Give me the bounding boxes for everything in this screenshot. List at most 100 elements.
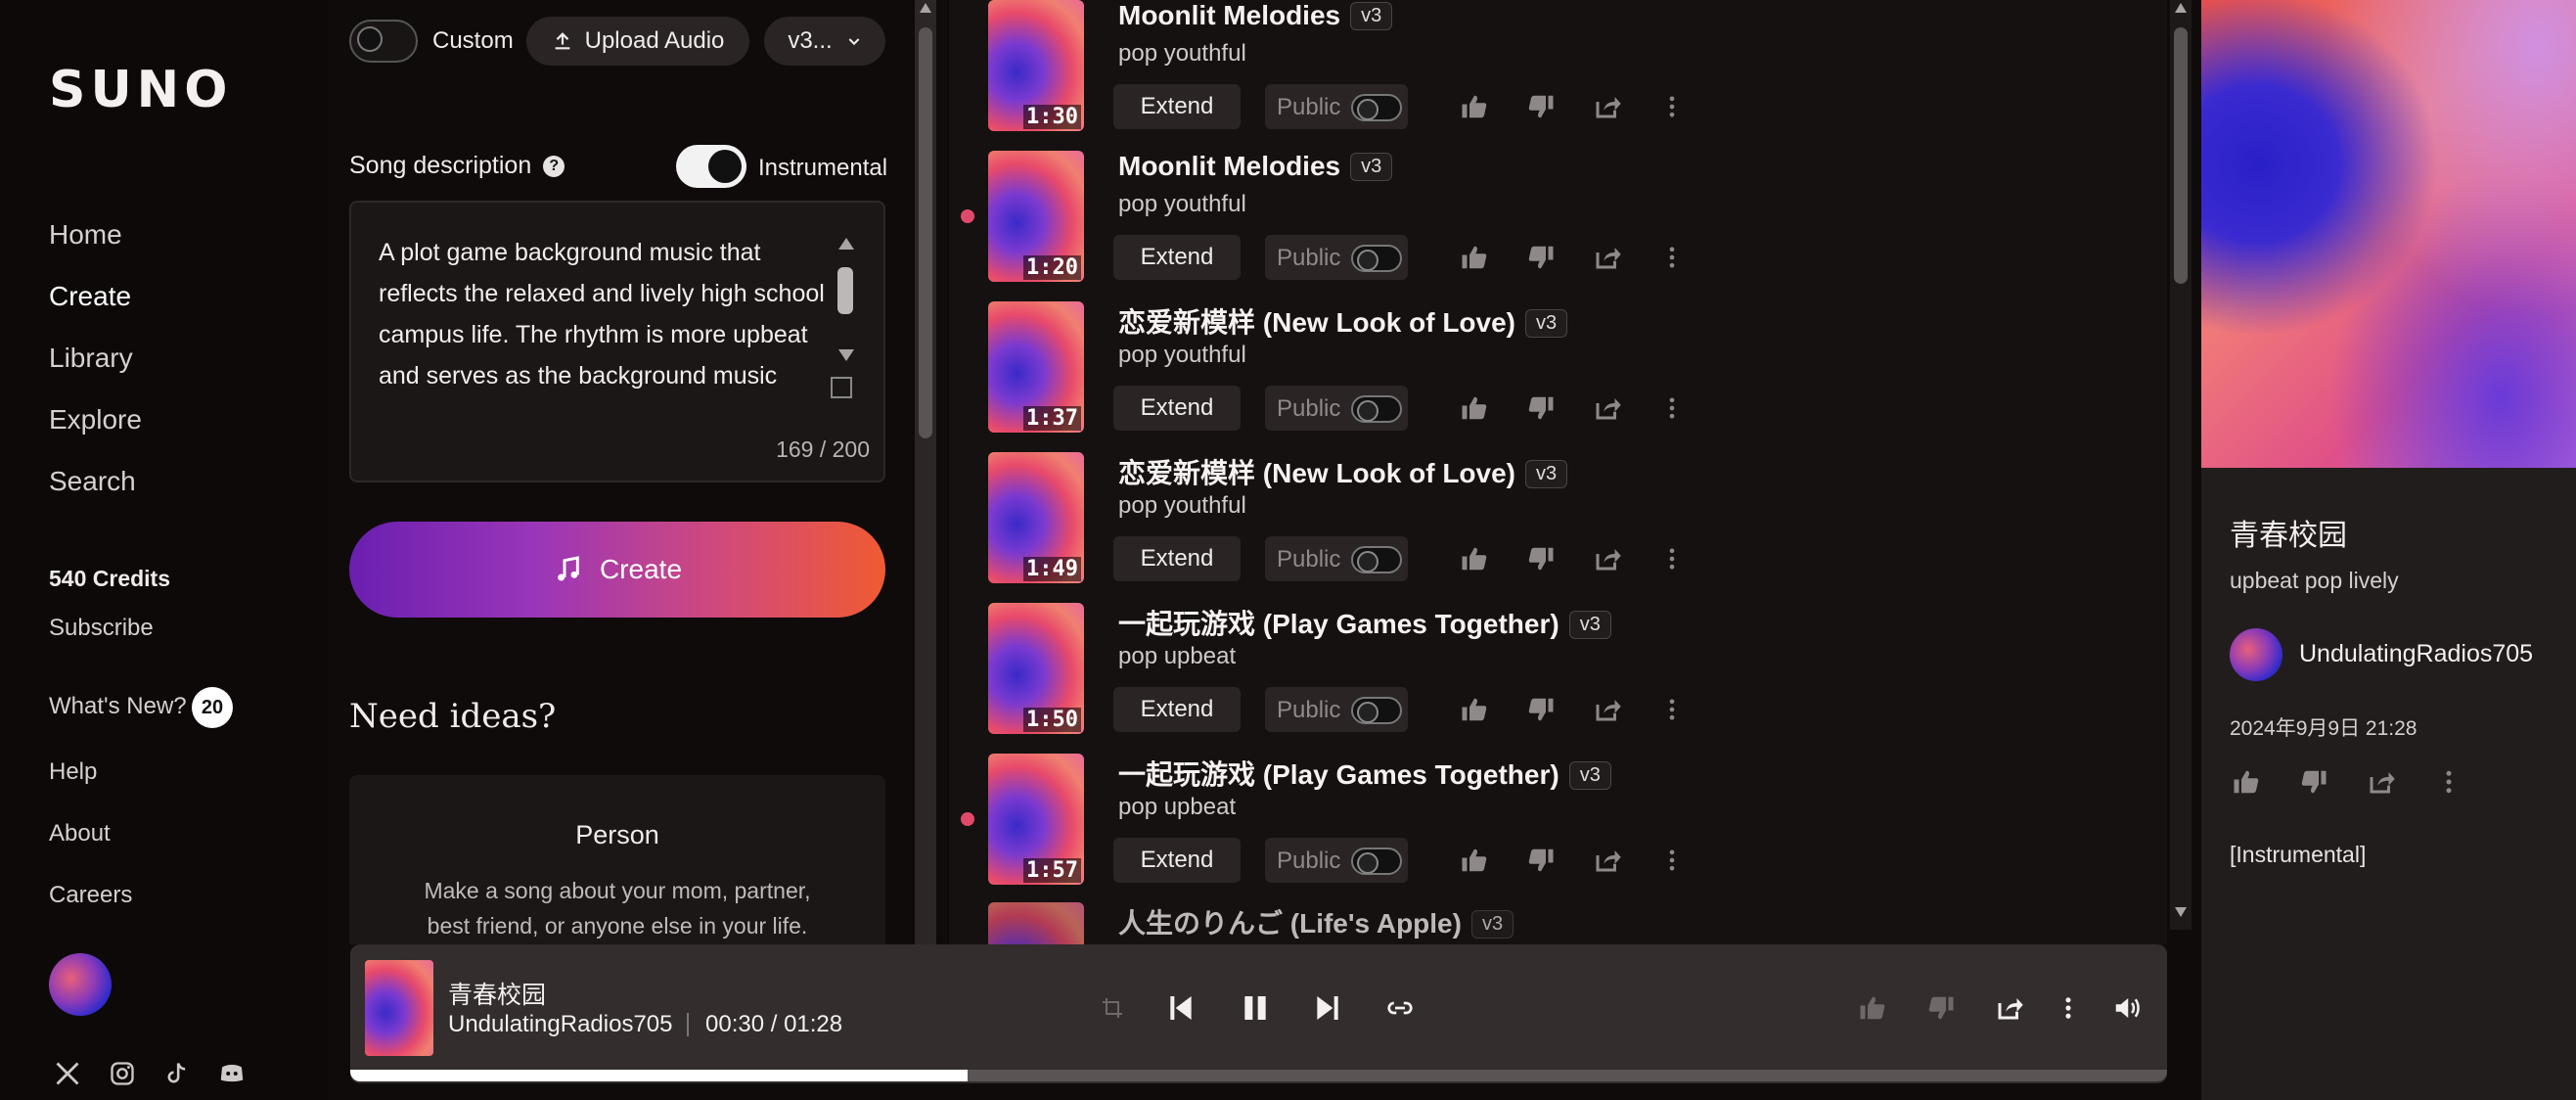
extend-button[interactable]: Extend — [1113, 84, 1241, 129]
song-tags[interactable]: pop youthful — [1118, 342, 1246, 369]
song-row[interactable]: 人生のりんご (Life's Apple) v3 — [949, 902, 2123, 944]
create-panel-scrollbar[interactable] — [915, 0, 936, 944]
public-toggle-button[interactable]: Public — [1265, 235, 1408, 280]
share-icon[interactable] — [1591, 90, 1624, 123]
upload-audio-button[interactable]: Upload Audio — [526, 17, 749, 66]
player-thumbs-down-icon[interactable] — [1921, 985, 1961, 1031]
detail-username[interactable]: UndulatingRadios705 — [2299, 640, 2533, 668]
public-toggle[interactable] — [1351, 546, 1402, 573]
extend-button[interactable]: Extend — [1113, 536, 1241, 581]
more-options-icon[interactable] — [1655, 391, 1689, 425]
more-options-icon[interactable] — [1655, 693, 1689, 726]
pause-icon[interactable] — [1233, 985, 1278, 1031]
share-icon[interactable] — [1591, 241, 1624, 274]
thumbs-up-icon[interactable] — [2230, 765, 2263, 799]
public-toggle-button[interactable]: Public — [1265, 84, 1408, 129]
scroll-down-icon[interactable] — [2174, 906, 2188, 918]
player-share-icon[interactable] — [1990, 985, 2029, 1031]
song-row[interactable]: 1:49 恋爱新模样 (New Look of Love) v3 pop youthf… — [949, 452, 2123, 603]
extend-button[interactable]: Extend — [1113, 235, 1241, 280]
player-username[interactable]: UndulatingRadios705 — [448, 1011, 673, 1038]
share-icon[interactable] — [1591, 391, 1624, 425]
whats-new-link[interactable]: What's New? — [49, 693, 187, 720]
help-link[interactable]: Help — [49, 758, 97, 786]
nav-explore[interactable]: Explore — [49, 404, 142, 435]
careers-link[interactable]: Careers — [49, 882, 132, 909]
nav-create[interactable]: Create — [49, 281, 131, 312]
about-link[interactable]: About — [49, 820, 111, 848]
x-icon[interactable] — [51, 1057, 84, 1090]
scroll-up-icon[interactable] — [919, 2, 932, 14]
create-button[interactable]: Create — [349, 522, 885, 618]
song-thumbnail[interactable] — [988, 902, 1084, 944]
nav-library[interactable]: Library — [49, 343, 133, 374]
user-avatar[interactable] — [49, 953, 112, 1016]
custom-mode-toggle[interactable] — [349, 20, 418, 63]
song-list-scrollbar[interactable] — [2170, 0, 2192, 930]
song-thumbnail[interactable]: 1:20 — [988, 151, 1084, 282]
song-thumbnail[interactable]: 1:30 — [988, 0, 1084, 131]
thumbs-down-icon[interactable] — [2297, 765, 2330, 799]
public-toggle-button[interactable]: Public — [1265, 536, 1408, 581]
player-progress-bar[interactable] — [350, 1070, 2167, 1081]
song-title[interactable]: 一起玩游戏 (Play Games Together) v3 — [1118, 754, 1611, 793]
extend-button[interactable]: Extend — [1113, 687, 1241, 732]
extend-button[interactable]: Extend — [1113, 838, 1241, 883]
thumbs-up-icon[interactable] — [1458, 693, 1491, 726]
thumbs-down-icon[interactable] — [1524, 241, 1558, 274]
create-panel-scrollbar-thumb[interactable] — [919, 27, 932, 438]
tiktok-icon[interactable] — [160, 1057, 194, 1090]
song-thumbnail[interactable]: 1:50 — [988, 603, 1084, 734]
nav-home[interactable]: Home — [49, 219, 122, 251]
scroll-up-icon[interactable] — [2174, 2, 2188, 14]
idea-card-person[interactable]: Person Make a song about your mom, partn… — [349, 775, 885, 944]
song-tags[interactable]: pop upbeat — [1118, 643, 1236, 670]
song-thumbnail[interactable]: 1:37 — [988, 301, 1084, 433]
thumbs-up-icon[interactable] — [1458, 542, 1491, 575]
song-row[interactable]: 1:57 一起玩游戏 (Play Games Together) v3 pop upb… — [949, 754, 2123, 904]
textarea-scrollbar-thumb[interactable] — [837, 267, 853, 314]
song-tags[interactable]: pop youthful — [1118, 492, 1246, 520]
more-options-icon[interactable] — [1655, 90, 1689, 123]
public-toggle-button[interactable]: Public — [1265, 386, 1408, 431]
song-title[interactable]: 恋爱新模样 (New Look of Love) v3 — [1118, 301, 1568, 341]
public-toggle-button[interactable]: Public — [1265, 838, 1408, 883]
share-icon[interactable] — [1591, 542, 1624, 575]
song-title[interactable]: Moonlit Melodies v3 — [1118, 0, 1393, 31]
more-options-icon[interactable] — [1655, 844, 1689, 877]
player-more-options-icon[interactable] — [2053, 985, 2084, 1031]
more-options-icon[interactable] — [2432, 765, 2465, 799]
song-title[interactable]: Moonlit Melodies v3 — [1118, 151, 1393, 182]
loop-icon[interactable] — [1378, 985, 1423, 1031]
previous-track-icon[interactable] — [1158, 985, 1203, 1031]
scroll-down-arrow[interactable] — [838, 349, 854, 361]
song-title[interactable]: 一起玩游戏 (Play Games Together) v3 — [1118, 603, 1611, 642]
resize-handle-icon[interactable] — [831, 377, 852, 398]
thumbs-down-icon[interactable] — [1524, 391, 1558, 425]
song-row[interactable]: 1:50 一起玩游戏 (Play Games Together) v3 pop upb… — [949, 603, 2123, 754]
song-row[interactable]: 1:37 恋爱新模样 (New Look of Love) v3 pop youthf… — [949, 301, 2123, 452]
more-options-icon[interactable] — [1655, 241, 1689, 274]
help-icon[interactable]: ? — [543, 155, 565, 177]
nav-search[interactable]: Search — [49, 466, 136, 497]
thumbs-down-icon[interactable] — [1524, 542, 1558, 575]
song-tags[interactable]: pop youthful — [1118, 191, 1246, 218]
song-description-text[interactable]: A plot game background music that reflec… — [379, 232, 831, 398]
extend-button[interactable]: Extend — [1113, 386, 1241, 431]
song-thumbnail[interactable]: 1:57 — [988, 754, 1084, 885]
thumbs-down-icon[interactable] — [1524, 90, 1558, 123]
detail-song-tags[interactable]: upbeat pop lively — [2230, 568, 2399, 594]
detail-user-avatar[interactable] — [2230, 628, 2282, 681]
thumbs-up-icon[interactable] — [1458, 241, 1491, 274]
player-thumbs-up-icon[interactable] — [1853, 985, 1892, 1031]
song-description-input[interactable]: A plot game background music that reflec… — [349, 201, 885, 482]
player-song-title[interactable]: 青春校园 — [448, 976, 546, 1011]
public-toggle[interactable] — [1351, 848, 1402, 875]
song-title[interactable]: 人生のりんご (Life's Apple) v3 — [1118, 902, 1514, 941]
instrumental-toggle[interactable] — [676, 145, 746, 188]
song-tags[interactable]: pop youthful — [1118, 40, 1246, 68]
public-toggle[interactable] — [1351, 245, 1402, 272]
public-toggle-button[interactable]: Public — [1265, 687, 1408, 732]
model-version-select[interactable]: v3... — [764, 17, 885, 66]
song-tags[interactable]: pop upbeat — [1118, 794, 1236, 821]
